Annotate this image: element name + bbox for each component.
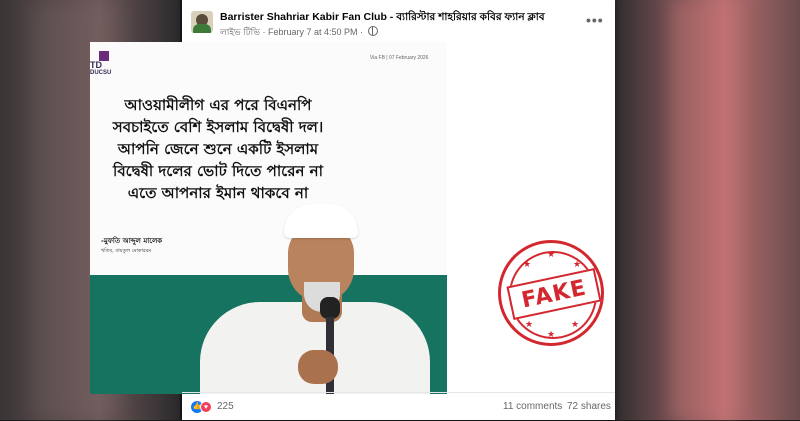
meta-separator-2: · xyxy=(360,27,366,37)
comments-count[interactable]: 11 comments xyxy=(503,401,562,412)
background-right xyxy=(610,0,800,420)
globe-icon xyxy=(367,26,378,36)
quote-line: সবচাইতে বেশি ইসলাম বিদ্বেষী দল। xyxy=(112,118,324,136)
stamp-star-icon: ★ xyxy=(547,329,556,339)
logo-text-line1: TD xyxy=(90,60,102,70)
quote-text: আওয়ামীলীগ এর পরে বিএনপি সবচাইতে বেশি ইস… xyxy=(90,94,354,204)
post-image[interactable]: TD DUCSU Via FB | 07 February 2026 আওয়া… xyxy=(90,42,447,394)
author-line[interactable]: লাইভ টিভি xyxy=(220,27,260,37)
stamp-star-icon: ★ xyxy=(523,259,532,269)
image-date-tag: Via FB | 07 February 2026 xyxy=(370,55,429,61)
post-header: Barrister Shahriar Kabir Fan Club - ব্যা… xyxy=(182,0,615,42)
quote-author: -মুফতি আব্দুল মালেক xyxy=(101,237,163,245)
microphone-icon xyxy=(320,297,340,319)
quote-line: আপনি জেনে শুনে একটি ইসলাম xyxy=(117,140,319,158)
stamp-star-icon: ★ xyxy=(525,319,534,329)
author-title: খতিব, বায়তুল মোকাররম xyxy=(101,248,152,254)
shares-count[interactable]: 72 shares xyxy=(567,401,611,412)
post-meta: লাইভ টিভি · February 7 at 4:50 PM · xyxy=(220,25,378,40)
post-timestamp[interactable]: February 7 at 4:50 PM xyxy=(268,27,358,37)
speaker-hand xyxy=(298,350,338,384)
logo-text-line2: DUCSU xyxy=(90,70,112,76)
quote-line: বিদ্বেষী দলের ভোট দিতে পারেন না xyxy=(113,162,323,180)
stamp-star-icon: ★ xyxy=(571,319,580,329)
page-avatar[interactable] xyxy=(191,11,213,33)
ducsu-logo: TD DUCSU xyxy=(90,48,126,78)
fake-stamp: ★ ★ ★ ★ ★ ★ FAKE xyxy=(498,240,604,346)
more-options-icon[interactable]: ••• xyxy=(586,12,604,28)
speaker-photo xyxy=(200,192,430,394)
stamp-star-icon: ★ xyxy=(573,259,582,269)
quote-line: আওয়ামীলীগ এর পরে বিএনপি xyxy=(124,96,312,114)
reaction-count[interactable]: 225 xyxy=(217,401,234,412)
stamp-star-icon: ★ xyxy=(547,249,556,259)
love-reaction-icon[interactable]: ♥ xyxy=(200,401,212,413)
speaker-cap xyxy=(284,204,358,238)
post-footer: 👍 ♥ 225 11 comments 72 shares xyxy=(182,392,615,421)
